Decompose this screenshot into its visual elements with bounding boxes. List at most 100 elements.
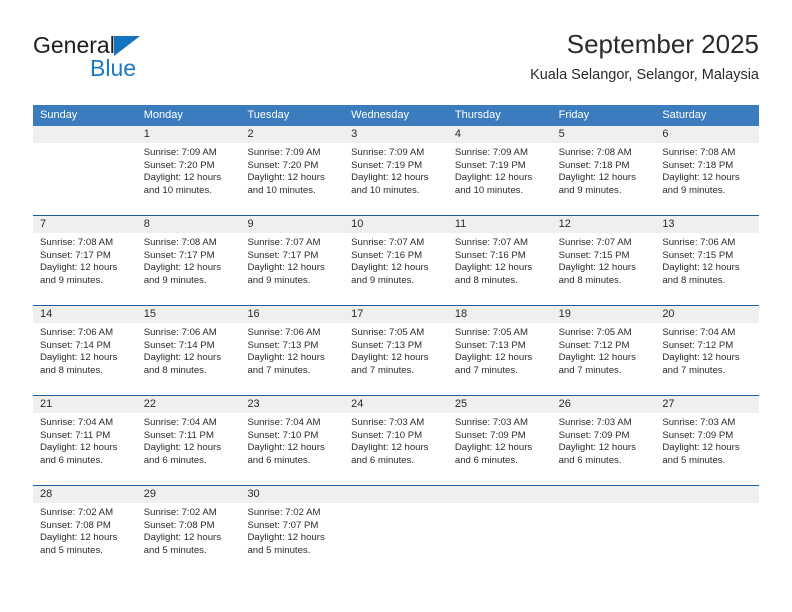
sunset-text: Sunset: 7:17 PM [247,249,319,261]
day-cell[interactable]: Sunrise: 7:08 AM Sunset: 7:17 PM Daylight:… [137,233,241,305]
general-blue-logo[interactable]: General Blue [33,32,263,92]
day-cell[interactable]: Sunrise: 7:06 AM Sunset: 7:13 PM Daylight:… [240,323,344,395]
day-number[interactable]: 30 [240,486,344,503]
daylight-text: Daylight: 12 hours and 6 minutes. [454,442,533,466]
day-number[interactable]: 5 [552,126,656,143]
calendar-week-row: 1 2 3 4 5 6 Sunrise: 7:09 AM Sunset: 7:20 PM Day… [33,126,759,215]
day-detail-band: Sunrise: 7:06 AM Sunset: 7:14 PM Daylight:… [33,323,759,395]
sunrise-text: Sunrise: 7:02 AM [143,507,217,518]
sunrise-text: Sunrise: 7:07 AM [351,237,425,248]
daylight-text: Daylight: 12 hours and 6 minutes. [40,442,118,466]
sunset-text: Sunset: 7:17 PM [40,249,111,261]
weekday-header-saturday: Saturday [662,109,707,121]
day-number[interactable]: 19 [552,306,656,323]
day-number[interactable]: 4 [448,126,552,143]
day-detail-band: Sunrise: 7:02 AM Sunset: 7:08 PM Daylight:… [33,503,759,575]
sunrise-text: Sunrise: 7:03 AM [351,417,425,428]
day-cell[interactable]: Sunrise: 7:04 AM Sunset: 7:11 PM Daylight:… [137,413,241,485]
daylight-text: Daylight: 12 hours and 5 minutes. [247,532,325,556]
day-cell[interactable]: Sunrise: 7:06 AM Sunset: 7:14 PM Daylight:… [137,323,241,395]
daylight-text: Daylight: 12 hours and 8 minutes. [40,352,118,376]
sunset-text: Sunset: 7:12 PM [662,339,734,351]
day-cell[interactable]: Sunrise: 7:05 AM Sunset: 7:13 PM Daylight:… [448,323,552,395]
day-cell[interactable]: Sunrise: 7:02 AM Sunset: 7:08 PM Daylight:… [33,503,137,575]
day-number[interactable]: 11 [448,216,552,233]
daylight-text: Daylight: 12 hours and 9 minutes. [662,172,740,196]
weekday-header-monday: Monday [143,109,183,121]
day-cell[interactable]: Sunrise: 7:07 AM Sunset: 7:16 PM Daylight:… [448,233,552,305]
day-number[interactable]: 12 [552,216,656,233]
day-number[interactable]: 21 [33,396,137,413]
day-cell[interactable]: Sunrise: 7:07 AM Sunset: 7:15 PM Daylight:… [552,233,656,305]
sunset-text: Sunset: 7:18 PM [662,159,734,171]
daylight-text: Daylight: 12 hours and 7 minutes. [454,352,533,376]
sunrise-text: Sunrise: 7:07 AM [558,237,632,248]
daylight-text: Daylight: 12 hours and 8 minutes. [143,352,222,376]
day-cell[interactable]: Sunrise: 7:04 AM Sunset: 7:11 PM Daylight:… [33,413,137,485]
day-number[interactable]: 2 [240,126,344,143]
daylight-text: Daylight: 12 hours and 8 minutes. [662,262,740,286]
day-cell[interactable]: Sunrise: 7:02 AM Sunset: 7:08 PM Daylight:… [137,503,241,575]
day-number[interactable]: 3 [344,126,448,143]
day-cell[interactable]: Sunrise: 7:02 AM Sunset: 7:07 PM Daylight:… [240,503,344,575]
sunset-text: Sunset: 7:16 PM [454,249,526,261]
daylight-text: Daylight: 12 hours and 10 minutes. [454,172,533,196]
day-cell[interactable]: Sunrise: 7:09 AM Sunset: 7:20 PM Daylight:… [240,143,344,215]
day-number[interactable]: 29 [137,486,241,503]
day-cell[interactable]: Sunrise: 7:07 AM Sunset: 7:17 PM Daylight:… [240,233,344,305]
day-number[interactable]: 18 [448,306,552,323]
day-number[interactable]: 9 [240,216,344,233]
day-detail-band: Sunrise: 7:08 AM Sunset: 7:17 PM Daylight:… [33,233,759,305]
weekday-header-friday: Friday [558,109,590,121]
day-number[interactable]: 16 [240,306,344,323]
day-number[interactable]: 10 [344,216,448,233]
day-number[interactable]: 22 [137,396,241,413]
day-cell[interactable]: Sunrise: 7:03 AM Sunset: 7:09 PM Daylight:… [552,413,656,485]
sunset-text: Sunset: 7:07 PM [247,519,319,531]
day-cell[interactable]: Sunrise: 7:03 AM Sunset: 7:09 PM Daylight:… [655,413,759,485]
day-number[interactable]: 25 [448,396,552,413]
weekday-header-tuesday: Tuesday [247,109,290,121]
day-cell[interactable]: Sunrise: 7:07 AM Sunset: 7:16 PM Daylight:… [344,233,448,305]
day-number[interactable]: 13 [655,216,759,233]
day-number[interactable]: 1 [137,126,241,143]
day-cell[interactable]: Sunrise: 7:06 AM Sunset: 7:15 PM Daylight:… [655,233,759,305]
day-cell[interactable]: Sunrise: 7:03 AM Sunset: 7:09 PM Daylight:… [448,413,552,485]
sunrise-text: Sunrise: 7:08 AM [40,237,114,248]
day-number[interactable]: 24 [344,396,448,413]
day-number[interactable]: 26 [552,396,656,413]
day-number[interactable]: 23 [240,396,344,413]
day-number[interactable]: 15 [137,306,241,323]
day-cell[interactable]: Sunrise: 7:05 AM Sunset: 7:13 PM Daylight:… [344,323,448,395]
daylight-text: Daylight: 12 hours and 8 minutes. [558,262,636,286]
sunrise-text: Sunrise: 7:09 AM [454,147,528,158]
day-cell[interactable]: Sunrise: 7:09 AM Sunset: 7:19 PM Daylight:… [344,143,448,215]
day-number[interactable]: 14 [33,306,137,323]
sunrise-text: Sunrise: 7:03 AM [662,417,736,428]
day-number[interactable]: 7 [33,216,137,233]
day-number[interactable]: 6 [655,126,759,143]
sunrise-text: Sunrise: 7:05 AM [454,327,528,338]
day-cell[interactable]: Sunrise: 7:05 AM Sunset: 7:12 PM Daylight:… [552,323,656,395]
calendar-grid: Sunday Monday Tuesday Wednesday Thursday Frid… [33,105,759,575]
day-number[interactable]: 8 [137,216,241,233]
sunrise-text: Sunrise: 7:07 AM [454,237,528,248]
day-number-band: 7 8 9 10 11 12 13 [33,216,759,233]
day-cell-empty [448,503,552,575]
day-cell[interactable]: Sunrise: 7:04 AM Sunset: 7:10 PM Daylight:… [240,413,344,485]
day-cell[interactable]: Sunrise: 7:04 AM Sunset: 7:12 PM Daylight:… [655,323,759,395]
day-number[interactable]: 28 [33,486,137,503]
day-number[interactable]: 20 [655,306,759,323]
sunrise-text: Sunrise: 7:02 AM [247,507,321,518]
day-cell[interactable]: Sunrise: 7:06 AM Sunset: 7:14 PM Daylight:… [33,323,137,395]
day-number[interactable]: 17 [344,306,448,323]
day-cell[interactable]: Sunrise: 7:08 AM Sunset: 7:18 PM Daylight:… [552,143,656,215]
day-cell[interactable]: Sunrise: 7:08 AM Sunset: 7:17 PM Daylight:… [33,233,137,305]
daylight-text: Daylight: 12 hours and 9 minutes. [558,172,636,196]
day-cell[interactable]: Sunrise: 7:09 AM Sunset: 7:19 PM Daylight:… [448,143,552,215]
day-cell[interactable]: Sunrise: 7:08 AM Sunset: 7:18 PM Daylight:… [655,143,759,215]
day-number[interactable]: 27 [655,396,759,413]
day-cell[interactable]: Sunrise: 7:03 AM Sunset: 7:10 PM Daylight:… [344,413,448,485]
sunrise-text: Sunrise: 7:09 AM [351,147,425,158]
day-cell[interactable]: Sunrise: 7:09 AM Sunset: 7:20 PM Daylight:… [137,143,241,215]
